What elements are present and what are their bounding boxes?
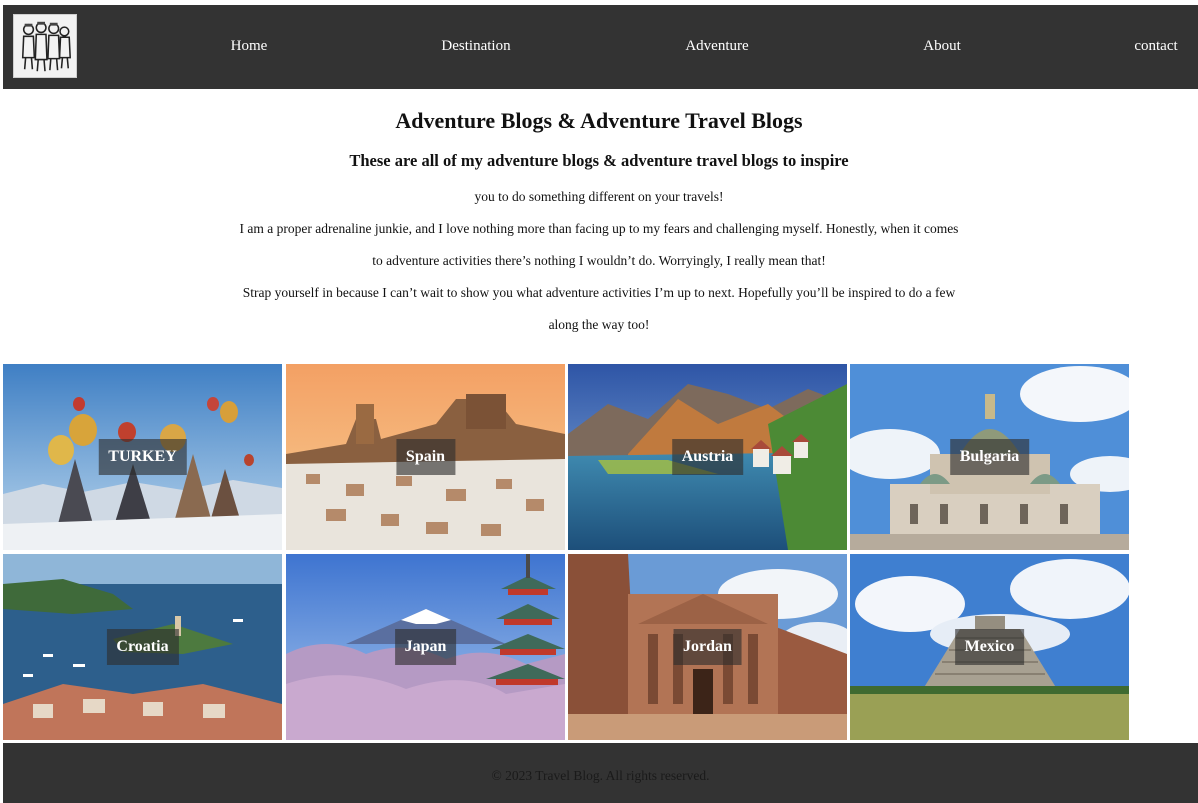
destination-label: Japan: [394, 629, 457, 665]
intro-line: you to do something different on your tr…: [474, 189, 724, 204]
destination-tile-mexico[interactable]: Mexico: [850, 554, 1129, 740]
nav-home[interactable]: Home: [231, 37, 268, 55]
copyright-text: © 2023 Travel Blog. All rights reserved.: [491, 768, 710, 783]
destination-label: Mexico: [954, 629, 1025, 665]
page-title: Adventure Blogs & Adventure Travel Blogs: [395, 108, 803, 133]
destination-tile-turkey[interactable]: TURKEY: [3, 364, 282, 550]
top-navbar: Home Destination Adventure About contact: [3, 5, 1198, 89]
destination-tile-jordan[interactable]: Jordan: [568, 554, 847, 740]
destination-label: Spain: [395, 439, 456, 475]
destination-label: Bulgaria: [949, 439, 1030, 475]
footer: © 2023 Travel Blog. All rights reserved.: [3, 743, 1198, 803]
destination-label: TURKEY: [98, 439, 187, 475]
destination-tile-austria[interactable]: Austria: [568, 364, 847, 550]
destination-label: Jordan: [673, 629, 742, 665]
intro-line: to adventure activities there’s nothing …: [372, 253, 826, 268]
intro-line: Strap yourself in because I can’t wait t…: [242, 285, 956, 300]
destination-grid: TURKEY Spain Austria Bulgaria Croatia Ja…: [3, 364, 1129, 740]
destination-tile-japan[interactable]: Japan: [286, 554, 565, 740]
nav-destination[interactable]: Destination: [441, 37, 510, 55]
intro-line: I am a proper adrenaline junkie, and I l…: [239, 221, 959, 236]
destination-label: Austria: [671, 439, 744, 475]
destination-tile-spain[interactable]: Spain: [286, 364, 565, 550]
destination-label: Croatia: [106, 629, 179, 665]
intro-line: along the way too!: [548, 317, 650, 332]
page-subtitle: These are all of my adventure blogs & ad…: [349, 151, 849, 170]
nav-contact[interactable]: contact: [1134, 37, 1177, 55]
nav-about[interactable]: About: [923, 37, 961, 55]
nav-adventure[interactable]: Adventure: [685, 37, 748, 55]
destination-tile-bulgaria[interactable]: Bulgaria: [850, 364, 1129, 550]
destination-tile-croatia[interactable]: Croatia: [3, 554, 282, 740]
cartoon-travelers-logo-icon[interactable]: [13, 14, 77, 78]
